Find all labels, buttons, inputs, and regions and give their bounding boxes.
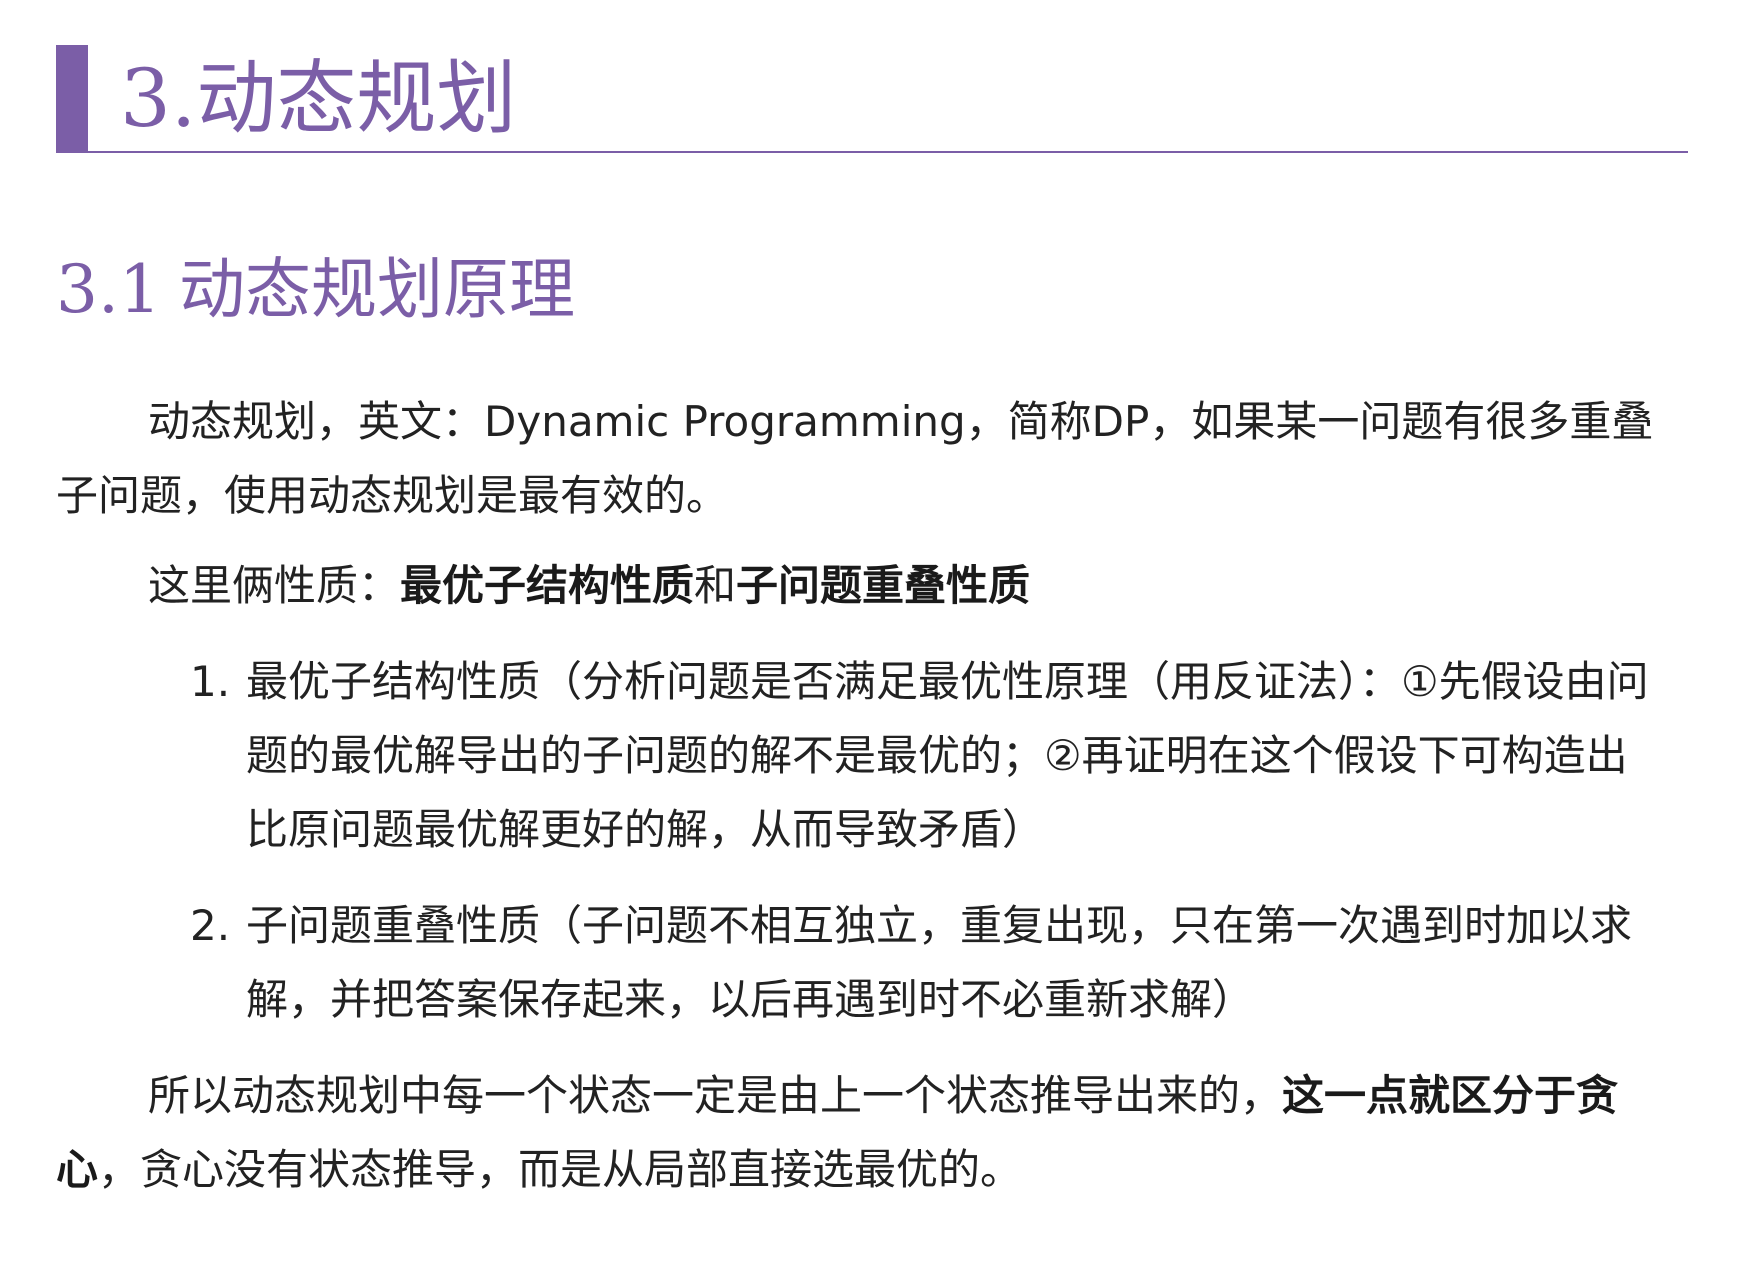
conclusion-paragraph: 所以动态规划中每一个状态一定是由上一个状态推导出来的，这一点就区分于贪心，贪心没… bbox=[56, 1059, 1656, 1207]
conclusion-rest: ，贪心没有状态推导，而是从局部直接选最优的。 bbox=[98, 1145, 1023, 1194]
properties-paragraph: 这里俩性质：最优子结构性质和子问题重叠性质 bbox=[56, 549, 1656, 623]
list-item: 2. 子问题重叠性质（子问题不相互独立，重复出现，只在第一次遇到时加以求解，并把… bbox=[56, 889, 1656, 1037]
properties-joiner: 和 bbox=[694, 561, 737, 610]
list-item-text: 最优子结构性质（分析问题是否满足最优性原理（用反证法）：①先假设由问题的最优解导… bbox=[246, 657, 1649, 854]
chapter-heading: 3.动态规划 bbox=[56, 45, 1688, 153]
conclusion-text: 所以动态规划中每一个状态一定是由上一个状态推导出来的， bbox=[148, 1071, 1283, 1120]
chapter-underline bbox=[88, 151, 1688, 153]
list-item-marker: 2. bbox=[190, 901, 231, 950]
intro-paragraph: 动态规划，英文：Dynamic Programming，简称DP，如果某一问题有… bbox=[56, 397, 1654, 520]
property-overlapping-subproblems: 子问题重叠性质 bbox=[736, 561, 1031, 610]
property-optimal-substructure: 最优子结构性质 bbox=[400, 561, 695, 610]
chapter-accent-bar bbox=[56, 45, 88, 153]
section-number: 3.1 bbox=[56, 251, 161, 328]
list-item-marker: 1. bbox=[190, 657, 231, 706]
document-page: 3.动态规划 3.1 动态规划原理 动态规划，英文：Dynamic Program… bbox=[0, 0, 1762, 1264]
list-item-text: 子问题重叠性质（子问题不相互独立，重复出现，只在第一次遇到时加以求解，并把答案保… bbox=[246, 901, 1633, 1024]
properties-list: 1. 最优子结构性质（分析问题是否满足最优性原理（用反证法）：①先假设由问题的最… bbox=[56, 645, 1656, 1037]
section-title: 动态规划原理 bbox=[178, 251, 575, 328]
body-text: 动态规划，英文：Dynamic Programming，简称DP，如果某一问题有… bbox=[56, 385, 1656, 1207]
section-heading: 3.1 动态规划原理 bbox=[56, 250, 575, 330]
list-item: 1. 最优子结构性质（分析问题是否满足最优性原理（用反证法）：①先假设由问题的最… bbox=[56, 645, 1656, 867]
chapter-title: 3.动态规划 bbox=[120, 52, 517, 145]
properties-prefix: 这里俩性质： bbox=[148, 561, 401, 610]
